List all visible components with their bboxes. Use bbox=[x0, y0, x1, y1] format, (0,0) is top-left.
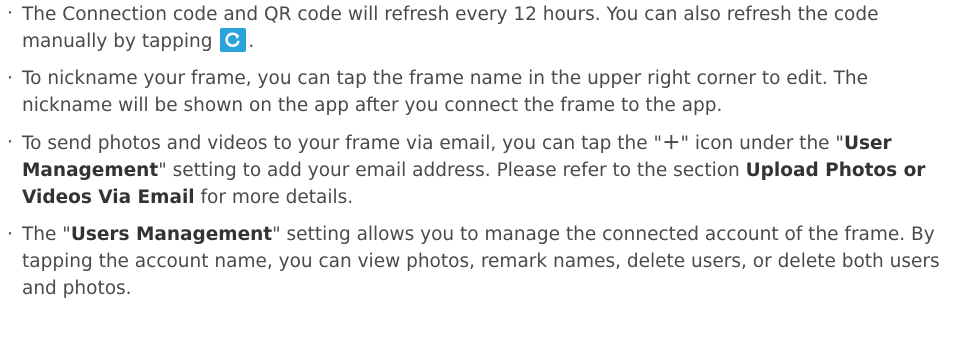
note-text: To send photos and videos to your frame … bbox=[22, 133, 663, 154]
note-text: The " bbox=[22, 224, 71, 245]
bullet: · bbox=[7, 224, 13, 245]
setting-name: Users Management bbox=[70, 224, 273, 245]
note-text: The Connection code and QR code will ref… bbox=[22, 4, 879, 52]
note-text-end: . bbox=[248, 31, 255, 52]
bullet: · bbox=[7, 68, 13, 89]
notes-list: · The Connection code and QR code will r… bbox=[0, 0, 963, 312]
note-text: for more details. bbox=[194, 187, 354, 208]
note-text: " icon under the " bbox=[680, 133, 844, 154]
note-item-refresh: · The Connection code and QR code will r… bbox=[0, 0, 963, 55]
bullet: · bbox=[7, 132, 13, 153]
plus-icon: + bbox=[662, 130, 681, 155]
note-item-users-management: · The "Users Management" setting allows … bbox=[0, 221, 963, 302]
bullet: · bbox=[7, 3, 13, 24]
note-item-email: · To send photos and videos to your fram… bbox=[0, 129, 963, 211]
refresh-icon bbox=[220, 28, 247, 52]
note-item-nickname: · To nickname your frame, you can tap th… bbox=[0, 65, 963, 119]
note-text: To nickname your frame, you can tap the … bbox=[22, 68, 868, 116]
note-text: " setting to add your email address. Ple… bbox=[158, 160, 746, 181]
